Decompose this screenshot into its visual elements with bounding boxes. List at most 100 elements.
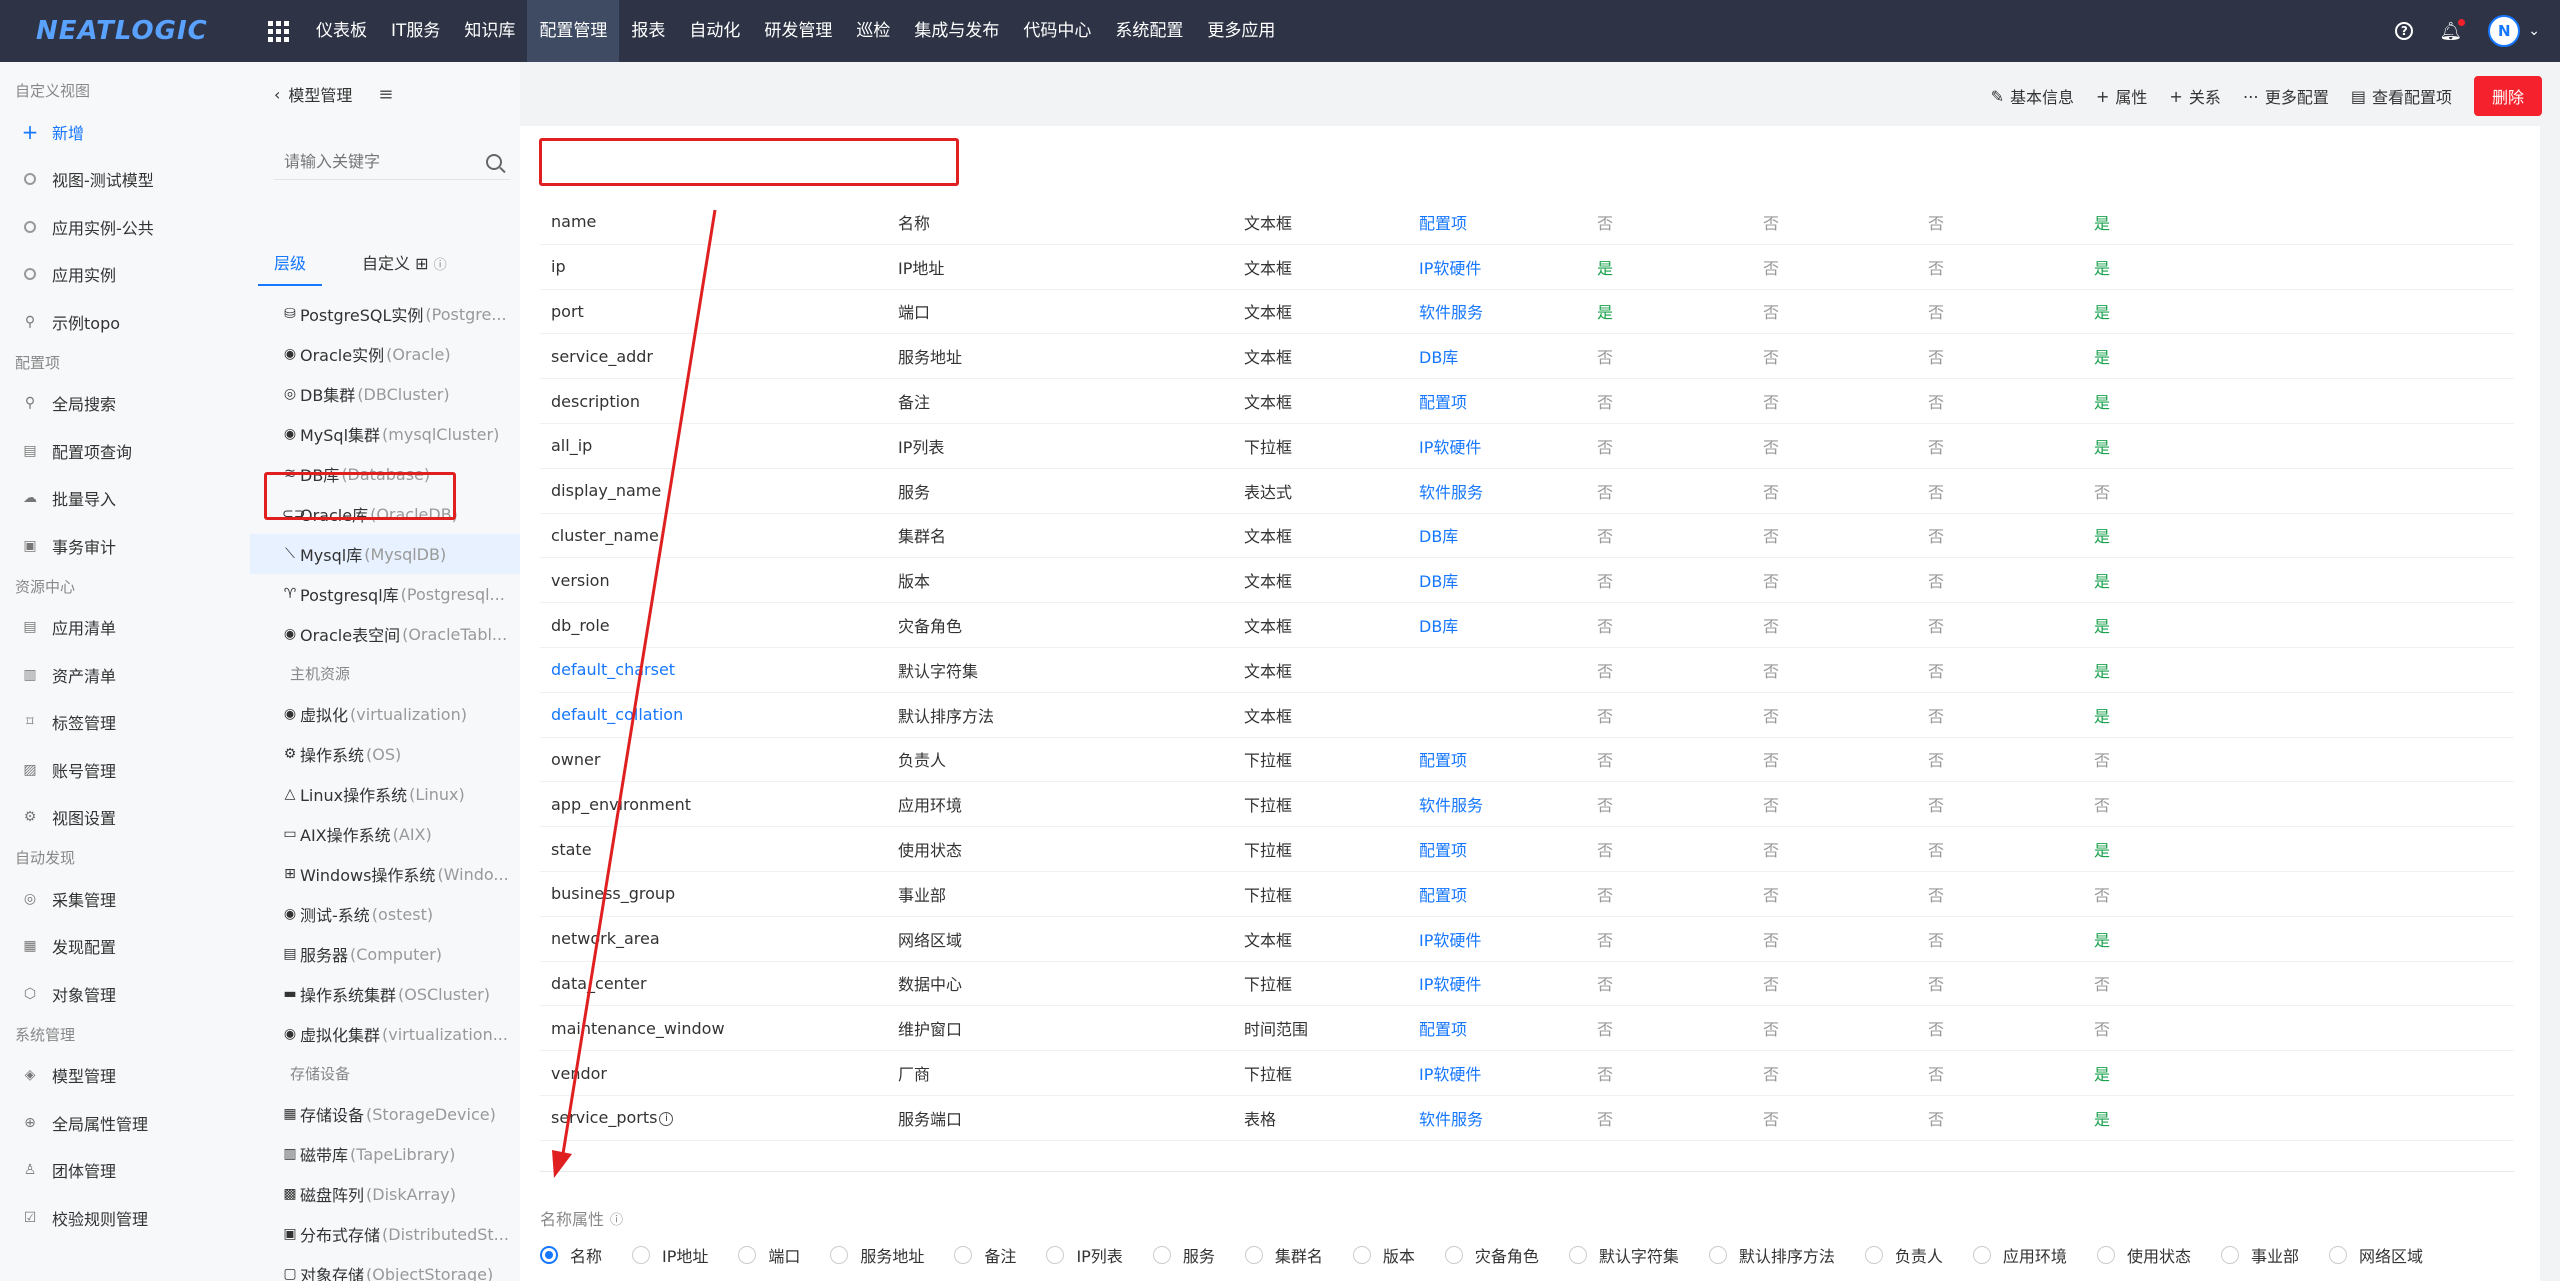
table-row[interactable]: default_collation 默认排序方法 文本框 否 否 否 是 <box>540 693 2514 738</box>
nav-item[interactable]: 自动化 <box>677 0 752 62</box>
table-row[interactable]: app_environment 应用环境 下拉框 软件服务 否 否 否 否 <box>540 782 2514 828</box>
table-cell-name[interactable]: port <box>540 302 898 321</box>
table-cell-name[interactable]: display_name <box>540 481 898 500</box>
sidebar-item[interactable]: ▤ 应用清单 <box>0 604 250 652</box>
nav-item[interactable]: 巡检 <box>844 0 902 62</box>
table-cell-source[interactable]: IP软硬件 <box>1419 927 1597 951</box>
tree-item[interactable]: ◎ DB集群 (DBCluster) <box>250 374 520 414</box>
radio-circle-icon[interactable] <box>954 1246 973 1264</box>
table-cell-name[interactable]: default_charset <box>540 660 898 679</box>
sidebar-item[interactable]: ◈ 模型管理 <box>0 1052 250 1100</box>
tree-item[interactable]: ▥ 磁带库 (TapeLibrary) <box>250 1134 520 1174</box>
table-cell-source[interactable]: IP软硬件 <box>1419 434 1597 458</box>
sidebar-item[interactable]: ▥ 资产清单 <box>0 651 250 699</box>
sidebar-item[interactable]: ⚙ 视图设置 <box>0 794 250 842</box>
sidebar-item[interactable]: + 新增 <box>0 108 250 156</box>
add-square-icon[interactable]: ⊞ <box>415 254 428 273</box>
name-attribute-radio[interactable]: IP列表 <box>1046 1234 1152 1276</box>
more-config-button[interactable]: ⋯ 更多配置 <box>2243 84 2329 108</box>
table-cell-source[interactable]: DB库 <box>1419 344 1597 368</box>
table-row[interactable]: business_group 事业部 下拉框 配置项 否 否 否 否 <box>540 872 2514 917</box>
tree-item[interactable]: ⊞ Windows操作系统 (Windo... <box>250 854 520 894</box>
table-cell-name[interactable]: ip <box>540 257 898 276</box>
sidebar-item[interactable]: 应用实例 <box>0 251 250 299</box>
basic-info-button[interactable]: ✎ 基本信息 <box>1991 84 2074 108</box>
name-attribute-radio[interactable]: 应用环境 <box>1972 1234 2097 1276</box>
tree-item[interactable]: ⟍ Mysql库 (MysqlDB) <box>250 534 520 574</box>
name-attribute-radio[interactable]: 集群名 <box>1244 1234 1353 1276</box>
table-row[interactable]: display_name 服务 表达式 软件服务 否 否 否 否 <box>540 469 2514 514</box>
sidebar-item[interactable]: ⚲ 示例topo <box>0 298 250 346</box>
sidebar-item[interactable]: ⌑ 标签管理 <box>0 699 250 747</box>
name-attribute-radio[interactable]: 维护窗口 <box>664 1276 788 1281</box>
name-attribute-radio[interactable]: 服务端口 <box>880 1276 1004 1281</box>
table-cell-name[interactable]: app_environment <box>540 795 898 814</box>
table-row[interactable]: name 名称 文本框 配置项 否 否 否 是 <box>540 200 2514 245</box>
table-cell-name[interactable]: version <box>540 571 898 590</box>
table-cell-source[interactable]: 软件服务 <box>1419 792 1597 816</box>
table-row[interactable]: description 备注 文本框 配置项 否 否 否 是 <box>540 379 2514 424</box>
table-cell-name[interactable]: business_group <box>540 884 898 903</box>
table-row[interactable]: port 端口 文本框 软件服务 是 否 否 是 <box>540 290 2514 335</box>
name-attribute-radio[interactable]: 使用状态 <box>2096 1234 2221 1276</box>
nav-item[interactable]: 知识库 <box>452 0 527 62</box>
name-attribute-radio[interactable]: 服务 <box>1152 1234 1245 1276</box>
table-row[interactable]: default_charset 默认字符集 文本框 否 否 否 是 <box>540 648 2514 693</box>
table-cell-source[interactable]: 配置项 <box>1419 389 1597 413</box>
name-attribute-radio[interactable]: 数据中心 <box>540 1276 664 1281</box>
table-cell-source[interactable]: 软件服务 <box>1419 299 1597 323</box>
sidebar-item[interactable]: ▨ 账号管理 <box>0 746 250 794</box>
name-attribute-radio[interactable]: 备注 <box>954 1234 1046 1276</box>
name-attribute-radio[interactable]: 厂商 <box>788 1276 880 1281</box>
radio-circle-icon[interactable] <box>1972 1246 1991 1264</box>
tab-hierarchy[interactable]: 层级 <box>258 250 323 286</box>
tree-item[interactable]: ▩ 磁盘阵列 (DiskArray) <box>250 1174 520 1214</box>
sidebar-item[interactable]: ◎ 采集管理 <box>0 875 250 923</box>
relation-button[interactable]: + 关系 <box>2169 84 2220 108</box>
radio-circle-icon[interactable] <box>1244 1246 1263 1264</box>
name-attribute-radio[interactable]: IP地址 <box>632 1234 738 1276</box>
radio-circle-icon[interactable] <box>1352 1246 1371 1264</box>
nav-item[interactable]: IT服务 <box>379 0 452 62</box>
chevron-down-icon[interactable]: ⌄ <box>2528 23 2540 39</box>
table-cell-source[interactable]: DB库 <box>1419 523 1597 547</box>
name-attribute-radio[interactable]: 灾备角色 <box>1444 1234 1569 1276</box>
table-cell-name[interactable]: cluster_name <box>540 526 898 545</box>
table-cell-name[interactable]: description <box>540 392 898 411</box>
table-row[interactable]: cluster_name 集群名 文本框 DB库 否 否 否 是 <box>540 514 2514 559</box>
table-cell-source[interactable]: 配置项 <box>1419 747 1597 771</box>
table-cell-name[interactable]: state <box>540 840 898 859</box>
sidebar-item[interactable]: ⬡ 对象管理 <box>0 970 250 1018</box>
nav-item[interactable]: 报表 <box>619 0 677 62</box>
nav-item[interactable]: 更多应用 <box>1195 0 1287 62</box>
sidebar-item[interactable]: ☑ 校验规则管理 <box>0 1194 250 1242</box>
table-cell-source[interactable]: 配置项 <box>1419 882 1597 906</box>
table-row[interactable]: db_role 灾备角色 文本框 DB库 否 否 否 是 <box>540 603 2514 648</box>
tree-item[interactable]: ◉ 虚拟化 (virtualization) <box>250 694 520 734</box>
table-cell-name[interactable]: vendor <box>540 1064 898 1083</box>
table-cell-name[interactable]: all_ip <box>540 436 898 455</box>
radio-circle-icon[interactable] <box>2220 1246 2239 1264</box>
table-cell-name[interactable]: service_ports i <box>540 1108 898 1127</box>
tree-item[interactable]: ▬ 操作系统集群 (OSCluster) <box>250 974 520 1014</box>
sidebar-item[interactable]: ☁ 批量导入 <box>0 475 250 523</box>
name-attribute-radio[interactable]: 负责人 <box>1864 1234 1973 1276</box>
tree-item[interactable]: ⛁ PostgreSQL实例 (Postgre... <box>250 294 520 334</box>
radio-circle-icon[interactable] <box>540 1246 558 1264</box>
breadcrumb-title[interactable]: 模型管理 <box>288 82 352 106</box>
tree-item[interactable]: ▤ 服务器 (Computer) <box>250 934 520 974</box>
tree-item[interactable]: ⚙ 操作系统 (OS) <box>250 734 520 774</box>
radio-circle-icon[interactable] <box>1568 1246 1587 1264</box>
app-grid-icon[interactable] <box>258 0 298 62</box>
table-cell-source[interactable]: IP软硬件 <box>1419 255 1597 279</box>
help-icon[interactable]: ? <box>2395 22 2414 40</box>
table-row[interactable]: ip IP地址 文本框 IP软硬件 是 否 否 是 <box>540 245 2514 290</box>
tree-item[interactable]: ◉ Oracle实例 (Oracle) <box>250 334 520 374</box>
name-attribute-radio[interactable]: 事业部 <box>2220 1234 2329 1276</box>
tree-item[interactable]: ▣ 分布式存储 (DistributedSt... <box>250 1214 520 1254</box>
table-cell-name[interactable]: name <box>540 212 898 231</box>
name-attribute-radio[interactable]: 网络区域 <box>2328 1234 2453 1276</box>
table-cell-source[interactable]: IP软硬件 <box>1419 1061 1597 1085</box>
user-avatar[interactable]: N <box>2488 15 2521 47</box>
table-cell-source[interactable]: IP软硬件 <box>1419 971 1597 995</box>
